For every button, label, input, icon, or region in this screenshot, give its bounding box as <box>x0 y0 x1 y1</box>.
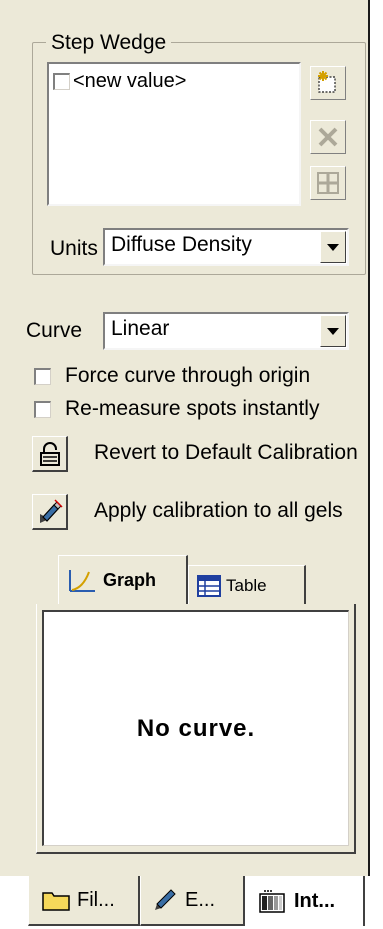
tab-edit-label: E... <box>185 888 216 911</box>
tab-table[interactable]: Table <box>188 565 306 605</box>
units-label: Units <box>50 237 98 260</box>
tab-intensity[interactable]: Int... <box>245 876 365 926</box>
no-curve-message: No curve. <box>136 714 256 742</box>
step-wedge-list[interactable]: <new value> <box>47 62 301 206</box>
tab-edit[interactable]: E... <box>140 876 245 926</box>
list-item-checkbox[interactable] <box>53 73 70 90</box>
apply-calibration-button[interactable] <box>32 494 68 530</box>
curve-dropdown-button[interactable] <box>320 315 346 347</box>
list-item[interactable]: <new value> <box>53 70 186 93</box>
new-value-icon <box>318 71 336 93</box>
force-origin-checkbox[interactable] <box>34 367 51 385</box>
tab-intensity-label: Int... <box>294 889 336 912</box>
grid-button[interactable] <box>310 166 346 200</box>
tab-graph-label: Graph <box>103 570 157 590</box>
unlock-icon <box>39 441 60 466</box>
units-dropdown-button[interactable] <box>320 231 346 263</box>
graph-panel: No curve. <box>36 604 356 854</box>
chevron-down-icon <box>327 243 339 251</box>
curve-value: Linear <box>111 317 170 340</box>
tab-table-label: Table <box>226 575 267 595</box>
list-item-label: <new value> <box>73 70 187 92</box>
tab-graph[interactable]: Graph <box>58 555 188 605</box>
tab-files[interactable]: Fil... <box>28 876 140 926</box>
chevron-down-icon <box>327 327 339 335</box>
curve-select[interactable]: Linear <box>103 312 349 350</box>
apply-calibration-label[interactable]: Apply calibration to all gels <box>94 498 343 524</box>
apply-pen-icon <box>39 498 63 523</box>
table-icon <box>197 574 221 597</box>
curve-label: Curve <box>26 319 83 342</box>
calibration-panel: Step Wedge <new value> Units Diffuse Den… <box>0 0 370 876</box>
graph-icon <box>69 569 95 592</box>
bottom-tab-bar: Fil... E... Int... <box>0 876 383 929</box>
units-select[interactable]: Diffuse Density <box>103 228 349 266</box>
graph-canvas: No curve. <box>42 610 349 846</box>
density-icon <box>259 890 285 913</box>
grid-icon <box>317 172 339 194</box>
delete-icon <box>318 127 338 147</box>
new-value-button[interactable] <box>310 66 346 100</box>
force-origin-label: Force curve through origin <box>65 364 311 387</box>
remeasure-label: Re-measure spots instantly <box>65 397 320 420</box>
revert-calibration-button[interactable] <box>32 436 68 472</box>
revert-calibration-label[interactable]: Revert to Default Calibration <box>94 440 358 466</box>
force-origin-option[interactable]: Force curve through origin <box>34 364 310 388</box>
pen-icon <box>155 889 176 910</box>
folder-icon <box>42 892 70 911</box>
delete-value-button[interactable] <box>310 120 346 154</box>
step-wedge-label: Step Wedge <box>46 30 172 56</box>
units-value: Diffuse Density <box>111 233 252 256</box>
tab-files-label: Fil... <box>77 888 115 911</box>
remeasure-checkbox[interactable] <box>34 400 51 418</box>
remeasure-option[interactable]: Re-measure spots instantly <box>34 397 319 421</box>
